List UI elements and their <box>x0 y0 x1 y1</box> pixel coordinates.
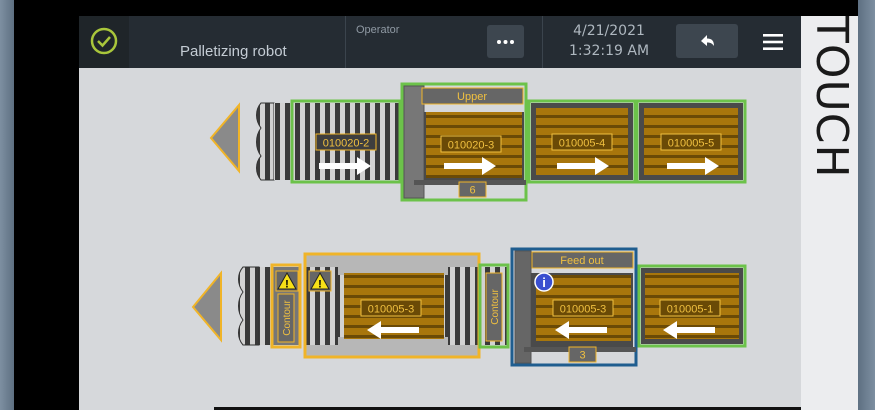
ellipsis-icon <box>497 40 514 44</box>
pallet-id-text: 010005-1 <box>667 304 714 316</box>
conveyor-section[interactable]: 010005-1 <box>637 264 747 348</box>
date-text: 4/21/2021 <box>573 23 645 39</box>
conveyor-end-upper <box>256 102 275 181</box>
pallet-id-text: 010005-3 <box>368 304 415 316</box>
hamburger-menu-icon[interactable] <box>763 33 783 51</box>
contour-label: Contour <box>282 300 293 336</box>
bezel-right <box>858 0 875 410</box>
pallet-id-text: 010005-3 <box>560 304 607 316</box>
datetime-display: 4/21/2021 1:32:19 AM <box>549 21 669 61</box>
conveyor-section[interactable]: 010020-2 <box>290 99 402 184</box>
station-counter-text: 3 <box>579 350 585 362</box>
warning-mark: ! <box>285 279 289 291</box>
station-upper[interactable]: Upper 010020-3 6 <box>400 82 528 202</box>
more-options-button[interactable] <box>487 25 524 58</box>
bezel-left <box>0 0 14 410</box>
conveyor-section[interactable]: 010005-4 <box>527 99 637 184</box>
conveyor-diagram: 010020-2 Upper 010020-3 6 010005-4 01000… <box>191 82 747 367</box>
station-label: Feed out <box>560 255 603 267</box>
status-cell[interactable] <box>79 16 129 68</box>
contour-label: Contour <box>490 289 501 325</box>
header-divider <box>542 16 543 68</box>
conveyor-section[interactable]: ! 010005-3 <box>303 252 481 359</box>
station-label: Upper <box>457 91 487 103</box>
conveyor-section[interactable]: 010005-5 <box>635 99 747 184</box>
station-counter-text: 6 <box>469 185 475 197</box>
pallet-id-text: 010020-2 <box>323 138 370 150</box>
warning-mark: ! <box>318 279 322 291</box>
touch-label: TOUCH <box>806 16 857 179</box>
header-bar: Palletizing robot Operator 4/21/2021 1:3… <box>79 16 801 68</box>
exit-arrow-lower[interactable] <box>191 270 222 343</box>
check-circle-icon <box>90 27 118 55</box>
back-button[interactable] <box>676 24 738 58</box>
touch-side-panel: TOUCH <box>801 16 858 410</box>
pallet-id-text: 010005-5 <box>668 138 715 150</box>
operator-label: Operator <box>356 24 400 36</box>
exit-arrow-upper[interactable] <box>209 102 240 174</box>
app-title: Palletizing robot <box>180 43 287 60</box>
contour-check-station[interactable]: Contour <box>478 263 510 349</box>
pallet-id-text: 010005-4 <box>559 138 606 150</box>
header-divider <box>345 16 346 68</box>
conveyor-segment <box>274 103 292 180</box>
back-arrow-icon <box>701 35 714 46</box>
station-feed-out[interactable]: Feed out i 010005-3 3 <box>510 247 638 367</box>
pallet-id-text: 010020-3 <box>448 140 495 152</box>
time-text: 1:32:19 AM <box>568 43 650 59</box>
conveyor-end-lower <box>238 266 260 346</box>
info-mark: i <box>542 275 546 290</box>
contour-check-station[interactable]: ! Contour <box>270 263 302 349</box>
